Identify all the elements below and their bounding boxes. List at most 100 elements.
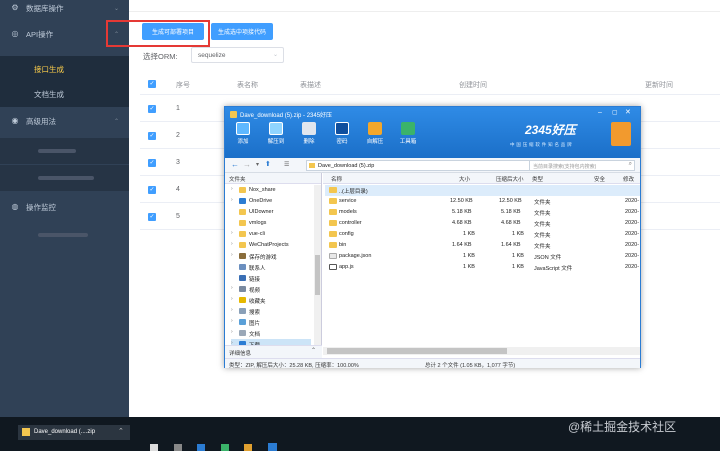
file-modified: 2020-	[625, 263, 640, 270]
up-icon[interactable]: ⬆	[265, 160, 271, 168]
expand-icon: ›	[231, 329, 233, 335]
col-type[interactable]: 类型	[532, 175, 543, 183]
search-icon[interactable]: ⌕	[629, 161, 632, 168]
folder-icon	[239, 220, 246, 226]
chevron-up-icon: ⌃	[311, 348, 317, 354]
tree-scrollbar[interactable]	[314, 185, 321, 357]
expand-icon: ›	[231, 197, 233, 203]
taskbar-icon[interactable]	[221, 444, 229, 451]
horizontal-scrollbar[interactable]	[323, 347, 640, 355]
orm-select[interactable]: sequelize ⌄	[191, 47, 284, 63]
lock-icon	[335, 122, 349, 135]
file-row[interactable]: package.json 1 KB 1 KB JSON 文件 2020-	[325, 251, 640, 262]
generate-project-button[interactable]: 生成可部署项目	[142, 23, 204, 40]
sidebar-item-doc-generate[interactable]: 文档生成	[0, 81, 129, 107]
file-row[interactable]: app.js 1 KB 1 KB JavaScript 文件 2020-	[325, 262, 640, 273]
file-packed: 1 KB	[512, 263, 524, 270]
divider	[140, 94, 720, 95]
file-row[interactable]: service 12.50 KB 12.50 KB 文件夹 2020-	[325, 196, 640, 207]
add-button[interactable]: 添加	[228, 122, 258, 156]
row-checkbox[interactable]: ✓	[148, 213, 156, 221]
brand-slogan: 中 国 压 缩 软 件 知 名 品 牌	[510, 142, 572, 147]
cloud-icon	[239, 198, 246, 204]
password-label: 密码	[336, 139, 348, 145]
self-extract-icon	[368, 122, 382, 135]
expand-icon: ›	[231, 285, 233, 291]
expand-icon: ›	[231, 186, 233, 192]
forward-icon[interactable]: →	[243, 160, 251, 169]
taskbar-icon[interactable]	[244, 444, 252, 451]
dropdown-icon[interactable]: ▾	[256, 161, 259, 168]
search-input[interactable]: 当前目录搜索(支持包内搜索) ⌕	[529, 160, 635, 171]
taskbar-icon[interactable]	[174, 444, 182, 451]
row-index: 2	[176, 132, 180, 139]
file-row[interactable]: config 1 KB 1 KB 文件夹 2020-	[325, 229, 640, 240]
generate-code-button[interactable]: 生成选中项接代码	[211, 23, 273, 40]
chevron-down-icon: ⌄	[272, 52, 278, 58]
file-row[interactable]: controller 4.68 KB 4.68 KB 文件夹 2020-	[325, 218, 640, 229]
toolbox-button[interactable]: 工具箱	[393, 122, 423, 156]
scrollbar-thumb[interactable]	[327, 348, 507, 354]
maximize-icon[interactable]: ▢	[612, 109, 618, 116]
file-row-parent[interactable]: ..(上层目录)	[325, 185, 640, 196]
sidebar-item-dimmed[interactable]	[0, 222, 129, 248]
expand-icon: ›	[231, 296, 233, 302]
col-packed[interactable]: 压缩后大小	[496, 175, 524, 183]
file-row[interactable]: models 5.18 KB 5.18 KB 文件夹 2020-	[325, 207, 640, 218]
file-packed: 5.18 KB	[501, 208, 521, 215]
taskbar-icon[interactable]	[197, 444, 205, 451]
status-bar: 类型：ZIP, 解压后大小：25.28 KB, 压缩率：100.00% 总计 2…	[225, 358, 640, 369]
folder-icon	[239, 231, 246, 237]
file-name: app.js	[339, 263, 354, 270]
self-extract-label: 自解压	[366, 139, 384, 145]
file-name: service	[339, 197, 357, 204]
taskbar-active-task[interactable]: Dave_download (....zip ⌃	[18, 425, 130, 440]
sidebar-item-monitor[interactable]: ◍ 操作监控	[0, 193, 129, 221]
col-security[interactable]: 安全	[594, 175, 605, 183]
path-field[interactable]: Dave_download (5).zip	[306, 160, 536, 171]
folder-icon	[329, 197, 337, 204]
file-name: ..(上层目录)	[339, 188, 368, 195]
row-checkbox[interactable]: ✓	[148, 186, 156, 194]
expand-icon: ›	[231, 252, 233, 258]
close-icon[interactable]: ✕	[625, 108, 631, 116]
minimize-icon[interactable]: –	[598, 109, 602, 116]
row-checkbox[interactable]: ✓	[148, 159, 156, 167]
sidebar-item-database[interactable]: ⚙ 数据库操作 ⌄	[0, 0, 129, 22]
self-extract-button[interactable]: 自解压	[360, 122, 390, 156]
details-panel[interactable]: 详细信息 ⌃	[225, 345, 322, 358]
col-size[interactable]: 大小	[459, 175, 470, 183]
pictures-icon	[239, 319, 246, 325]
js-file-icon	[329, 263, 337, 270]
col-name[interactable]: 名称	[331, 175, 342, 183]
sidebar-item-dimmed[interactable]	[0, 138, 129, 164]
sidebar-item-api-generate[interactable]: 接口生成	[0, 56, 129, 82]
delete-icon	[302, 122, 316, 135]
extract-button[interactable]: 解压到	[261, 122, 291, 156]
select-all-checkbox[interactable]: ✓	[148, 80, 156, 88]
row-checkbox[interactable]: ✓	[148, 105, 156, 113]
watermark: @稀土掘金技术社区	[568, 420, 677, 434]
app-icon	[230, 111, 237, 118]
sidebar-item-dimmed[interactable]	[0, 165, 129, 191]
view-icon[interactable]: ☰	[284, 161, 289, 168]
tree-item-label: 保存的游戏	[249, 254, 277, 261]
sidebar: ⚙ 数据库操作 ⌄ ◎ API操作 ⌃ 接口生成 文档生成 ◉ 高级用法 ⌃ ◍…	[0, 0, 129, 417]
folder-icon	[329, 208, 337, 215]
chevron-up-icon: ⌃	[113, 118, 119, 125]
sidebar-item-advanced[interactable]: ◉ 高级用法 ⌃	[0, 107, 129, 135]
taskbar-icon[interactable]	[150, 444, 158, 451]
col-modified[interactable]: 修改	[623, 175, 634, 183]
password-button[interactable]: 密码	[327, 122, 357, 156]
window-title: Dave_download (5).zip - 2345好压	[240, 113, 333, 119]
file-packed: 1 KB	[512, 252, 524, 259]
file-name: config	[339, 230, 354, 237]
row-checkbox[interactable]: ✓	[148, 132, 156, 140]
back-icon[interactable]: ←	[231, 160, 239, 169]
file-row[interactable]: bin 1.64 KB 1.64 KB 文件夹 2020-	[325, 240, 640, 251]
scrollbar-thumb[interactable]	[315, 255, 320, 295]
delete-button[interactable]: 删除	[294, 122, 324, 156]
file-type: JavaScript 文件	[534, 265, 573, 272]
active-task-label: Dave_download (....zip	[34, 429, 96, 435]
taskbar-icon[interactable]	[268, 443, 277, 451]
